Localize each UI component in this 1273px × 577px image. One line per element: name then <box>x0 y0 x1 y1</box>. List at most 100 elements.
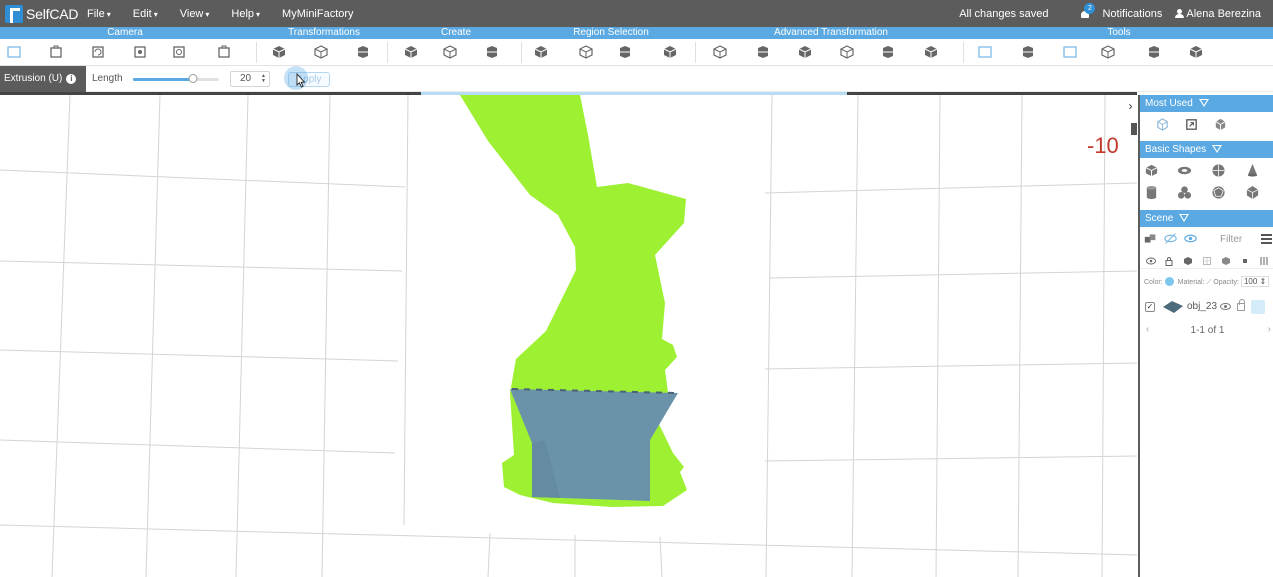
length-slider[interactable] <box>133 74 219 83</box>
info-icon[interactable]: i <box>66 74 77 84</box>
point-view-icon[interactable] <box>1240 256 1250 266</box>
panel-collapse-chevron-icon[interactable]: › <box>1124 97 1137 115</box>
toolbar-separator <box>963 42 964 63</box>
create-shape-icon[interactable] <box>484 44 500 60</box>
category-create[interactable]: Create <box>441 27 471 39</box>
object-checkbox[interactable]: ✓ <box>1145 302 1155 312</box>
viewport-scroll-handle[interactable] <box>1131 123 1137 135</box>
shape-torus-icon[interactable] <box>1177 163 1192 178</box>
object-lock-icon[interactable] <box>1237 299 1245 311</box>
length-input[interactable]: 20 ▲ ▼ <box>230 71 270 87</box>
camera-rotate-icon[interactable] <box>132 44 148 60</box>
chevron-down-icon: ▾ <box>106 9 111 19</box>
slice-icon[interactable] <box>923 44 939 60</box>
most-used-box-icon[interactable] <box>1155 117 1170 132</box>
menu-help[interactable]: Help ▾ <box>231 8 260 20</box>
scene-options-menu-icon[interactable] <box>1261 234 1272 245</box>
eye-icon[interactable] <box>1146 256 1156 266</box>
select-face-icon[interactable] <box>578 44 594 60</box>
object-visibility-eye-icon[interactable] <box>1220 303 1231 310</box>
shape-cylinder-icon[interactable] <box>1144 185 1159 200</box>
category-region-selection[interactable]: Region Selection <box>573 27 649 39</box>
stepper-arrows-icon[interactable]: ▲ ▼ <box>261 74 266 84</box>
shape-cone-icon[interactable] <box>1245 163 1260 178</box>
grid-cube-icon[interactable] <box>755 44 771 60</box>
viewport-scene[interactable] <box>0 95 1137 577</box>
camera-front-icon[interactable] <box>90 44 106 60</box>
scene-header[interactable]: Scene <box>1140 210 1273 227</box>
most-used-cube-icon[interactable] <box>1213 117 1228 132</box>
rotate-icon[interactable] <box>355 44 371 60</box>
category-camera[interactable]: Camera <box>107 27 143 39</box>
page-icon[interactable] <box>6 44 22 60</box>
chevron-down-icon: ▾ <box>153 9 158 19</box>
utilities-icon[interactable] <box>1188 44 1204 60</box>
shape-geosphere-icon[interactable] <box>1211 185 1226 200</box>
hide-all-icon[interactable] <box>1164 232 1177 245</box>
move-icon[interactable] <box>271 44 287 60</box>
columns-icon[interactable] <box>1259 256 1269 266</box>
wire-cube-icon[interactable] <box>1062 44 1078 60</box>
camera-settings-icon[interactable] <box>171 44 187 60</box>
shape-sphere-icon[interactable] <box>1211 163 1226 178</box>
camera-reset-icon[interactable] <box>216 44 232 60</box>
shape-group-icon[interactable] <box>1177 185 1192 200</box>
next-page-icon[interactable]: › <box>1268 324 1271 335</box>
zoom-fit-icon[interactable] <box>48 44 64 60</box>
select-box-icon[interactable] <box>533 44 549 60</box>
scale-icon[interactable] <box>313 44 329 60</box>
scene-filter-input[interactable]: Filter <box>1220 234 1242 245</box>
category-advanced-transformation[interactable]: Advanced Transformation <box>774 27 888 39</box>
object-select-cube-icon[interactable] <box>1251 300 1265 314</box>
selfcad-app: SelfCAD File ▾ Edit ▾ View ▾ Help ▾ MyMiniFa… <box>0 0 1273 577</box>
extrude-icon[interactable] <box>712 44 728 60</box>
brush-icon[interactable]: ⟋ <box>1206 279 1211 286</box>
bell-icon: 2 <box>1080 2 1096 19</box>
shape-polyhedron-icon[interactable] <box>1245 185 1260 200</box>
bevel-icon[interactable] <box>797 44 813 60</box>
create-box-icon[interactable] <box>403 44 419 60</box>
grid-line <box>0 524 1137 556</box>
selfcad-logo[interactable]: SelfCAD <box>5 4 81 23</box>
menu-edit[interactable]: Edit ▾ <box>133 8 158 20</box>
repair-icon[interactable] <box>1100 44 1116 60</box>
create-cube-icon[interactable] <box>442 44 458 60</box>
category-transformations[interactable]: Transformations <box>288 27 360 39</box>
color-swatch[interactable] <box>1164 277 1174 286</box>
3d-viewport[interactable]: -10 › <box>0 95 1137 577</box>
stitch-icon[interactable] <box>977 44 993 60</box>
length-slider-handle[interactable] <box>188 74 198 83</box>
most-used-move-icon[interactable] <box>1184 117 1199 132</box>
category-tools[interactable]: Tools <box>1107 27 1130 39</box>
object-name[interactable]: obj_23 <box>1187 301 1217 312</box>
grid-line <box>765 95 773 577</box>
myminifactory-link[interactable]: MyMiniFactory <box>282 8 354 20</box>
select-edge-icon[interactable] <box>617 44 633 60</box>
active-tool-name: Extrusion (U) <box>4 73 63 84</box>
twist-icon[interactable] <box>880 44 896 60</box>
length-label: Length <box>92 73 123 84</box>
shaded-view-icon[interactable] <box>1221 256 1231 266</box>
scene-pagination: ‹ 1-1 of 1 › <box>1140 324 1273 338</box>
shape-cube-icon[interactable] <box>1144 163 1159 178</box>
spike-icon[interactable] <box>839 44 855 60</box>
menu-view[interactable]: View ▾ <box>180 8 210 20</box>
scene-object-row[interactable]: ✓ obj_23 <box>1140 296 1273 318</box>
user-name: Alena Berezina <box>1186 7 1261 20</box>
mesh-cube-icon[interactable] <box>1146 44 1162 60</box>
most-used-header[interactable]: Most Used <box>1140 95 1273 112</box>
filter-icon <box>1212 145 1223 153</box>
lock-icon[interactable] <box>1164 256 1174 266</box>
select-vertex-icon[interactable] <box>662 44 678 60</box>
menu-file[interactable]: File ▾ <box>87 8 111 20</box>
show-all-icon[interactable] <box>1184 232 1197 245</box>
basic-shapes-header[interactable]: Basic Shapes <box>1140 141 1273 158</box>
user-menu[interactable]: Alena Berezina <box>1175 8 1261 20</box>
wireframe-view-icon[interactable] <box>1202 256 1212 266</box>
solid-view-icon[interactable] <box>1183 256 1193 266</box>
notifications-button[interactable]: 2 Notifications <box>1080 2 1162 20</box>
opacity-input[interactable]: 100 ⇕ <box>1240 276 1270 287</box>
sculpt-icon[interactable] <box>1020 44 1036 60</box>
group-objects-icon[interactable] <box>1144 232 1157 245</box>
grid-line <box>51 95 71 577</box>
